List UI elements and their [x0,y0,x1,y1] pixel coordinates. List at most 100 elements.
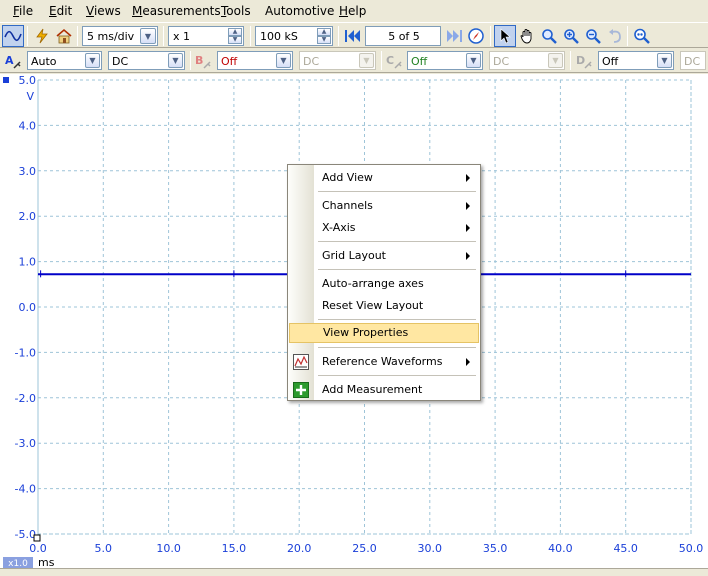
probe-icon[interactable] [394,61,402,69]
auto-setup-button[interactable] [31,25,53,47]
undo-zoom-button[interactable] [604,25,626,47]
chevron-down-icon[interactable]: ▼ [657,53,672,68]
menu-item-label: X-Axis [322,221,356,234]
channel-b-coupling-select[interactable]: DC ▼ [299,51,376,70]
home-button[interactable] [53,25,75,47]
buffer-overview-button[interactable] [465,25,487,47]
up-arrow-icon[interactable]: ▲ [317,28,331,36]
hand-tool-button[interactable] [516,25,538,47]
spinner-arrows[interactable]: ▲ ▼ [317,28,331,44]
submenu-arrow-icon [466,358,470,366]
scope-mode-button[interactable] [2,25,24,47]
menu-automotive-label: Automotive [265,4,335,18]
y-tick-label: 5.0 [19,74,37,87]
toolbar-separator [338,26,339,46]
zoom-overview-button[interactable] [631,25,653,47]
cursor-icon [500,28,511,44]
plus-icon [293,382,309,398]
menu-tools[interactable]: Tools [221,4,251,18]
menu-views-mnemonic: V [86,4,94,18]
probe-icon[interactable] [13,61,21,69]
submenu-arrow-icon [466,202,470,210]
context-menu: Add View Channels X-Axis Grid Layout Aut… [287,164,481,401]
x-axis-unit: ms [38,556,55,568]
chevron-down-icon[interactable]: ▼ [276,53,291,68]
x-tick-label: 50.0 [679,542,704,555]
menu-tools-label: ools [226,4,251,18]
menu-item-label: Auto-arrange axes [322,277,424,290]
zoom-in-button[interactable] [560,25,582,47]
menu-item-grid-layout[interactable]: Grid Layout [288,246,480,266]
menu-item-x-axis[interactable]: X-Axis [288,218,480,238]
chevron-down-icon[interactable]: ▼ [140,28,156,44]
down-arrow-icon[interactable]: ▼ [317,36,331,44]
y-tick-label: 3.0 [19,165,37,178]
menu-separator [318,241,476,242]
x-axis-origin-marker[interactable] [33,534,41,542]
toolbar-separator [627,26,628,46]
zoom-tool-button[interactable] [538,25,560,47]
picoscope-window: File Edit Views Measurements Tools Autom… [0,0,708,576]
zoom-overview-icon [634,28,650,44]
menu-item-label: Reset View Layout [322,299,424,312]
toolbar-separator [381,51,382,70]
chevron-down-icon[interactable]: ▼ [466,53,481,68]
sample-count-value: 100 kS [260,30,298,43]
channel-d-coupling-select[interactable]: DC [680,51,706,70]
channel-a-coupling-select[interactable]: DC ▼ [108,51,185,70]
menu-item-auto-arrange-axes[interactable]: Auto-arrange axes [288,274,480,294]
sample-count-spinner[interactable]: 100 kS ▲ ▼ [255,26,333,46]
menu-item-add-measurement[interactable]: Add Measurement [288,380,480,400]
probe-icon[interactable] [584,61,592,69]
chevron-down-icon[interactable]: ▼ [548,53,563,68]
menu-item-view-properties[interactable]: View Properties [289,323,479,343]
menu-item-label: Grid Layout [322,249,386,262]
timebase-select[interactable]: 5 ms/div ▼ [82,26,158,46]
menu-item-channels[interactable]: Channels [288,196,480,216]
compass-icon [468,28,484,44]
channel-c-coupling-select[interactable]: DC ▼ [489,51,565,70]
menu-measurements[interactable]: Measurements [132,4,221,18]
chevron-down-icon[interactable]: ▼ [85,53,100,68]
toolbar-separator [163,26,164,46]
buffer-navigator[interactable]: 5 of 5 [365,26,441,46]
channel-a-range-select[interactable]: Auto ▼ [27,51,102,70]
zoom-factor-spinner[interactable]: x 1 ▲ ▼ [168,26,244,46]
zoom-out-button[interactable] [582,25,604,47]
probe-icon[interactable] [203,61,211,69]
menu-views[interactable]: Views [86,4,121,18]
menu-automotive[interactable]: Automotive [265,4,334,18]
buffer-position-value: 5 of 5 [388,30,420,43]
menu-item-reset-view-layout[interactable]: Reset View Layout [288,296,480,316]
next-buffer-button[interactable] [444,25,466,47]
submenu-arrow-icon [466,224,470,232]
channel-c-range-select[interactable]: Off ▼ [407,51,483,70]
lightning-icon [36,28,48,44]
down-arrow-icon[interactable]: ▼ [228,36,242,44]
up-arrow-icon[interactable]: ▲ [228,28,242,36]
menu-item-add-view[interactable]: Add View [288,168,480,188]
toolbar-separator [490,26,491,46]
channel-d-range-select[interactable]: Off ▼ [598,51,674,70]
chevron-down-icon[interactable]: ▼ [168,53,183,68]
x-tick-label: 10.0 [156,542,181,555]
status-strip [0,568,708,576]
previous-buffer-button[interactable] [341,25,363,47]
menu-help[interactable]: Help [339,4,366,18]
menu-edit[interactable]: Edit [49,4,72,18]
channel-a-axis-marker [3,77,9,83]
fast-forward-icon [447,30,462,42]
menu-item-reference-waveforms[interactable]: Reference Waveforms [288,352,480,372]
main-toolbar: 5 ms/div ▼ x 1 ▲ ▼ 100 kS ▲ ▼ 5 of 5 [0,22,708,48]
menu-separator [318,191,476,192]
pointer-tool-button[interactable] [494,25,516,47]
toolbar-separator [250,26,251,46]
channel-b-coupling-value: DC [303,55,320,68]
y-tick-label: -5.0 [15,528,36,541]
channel-b-range-select[interactable]: Off ▼ [217,51,293,70]
menu-separator [318,375,476,376]
chevron-down-icon[interactable]: ▼ [359,53,374,68]
menu-file[interactable]: File [13,4,33,18]
spinner-arrows[interactable]: ▲ ▼ [228,28,242,44]
toolbar-separator [190,51,191,70]
